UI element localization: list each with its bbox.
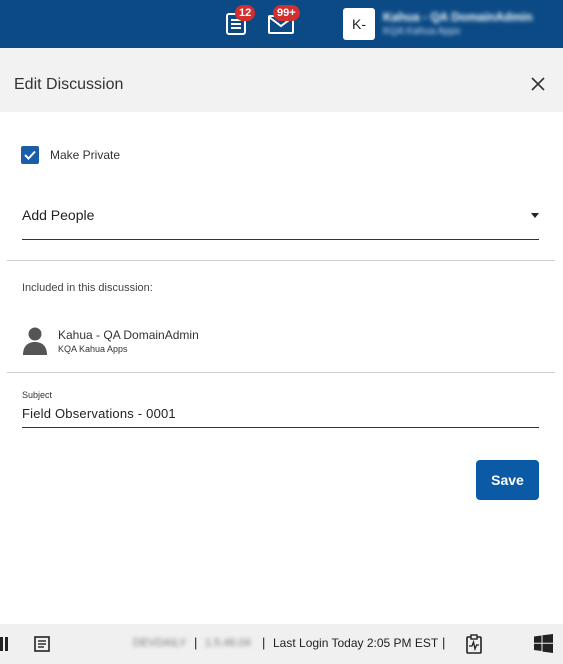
- notes-icon[interactable]: [33, 635, 51, 653]
- tasks-badge: 12: [235, 5, 256, 21]
- avatar[interactable]: K-: [343, 8, 375, 40]
- mail-button[interactable]: 99+: [267, 5, 300, 38]
- version-label: 1.5.46.04: [205, 637, 251, 649]
- subject-label: Subject: [22, 390, 53, 400]
- separator: |: [194, 635, 198, 650]
- tasks-button[interactable]: 12: [224, 5, 256, 38]
- separator: |: [262, 635, 266, 650]
- panel-toggle-icon[interactable]: [0, 637, 9, 651]
- taskbar: DEVDAILY | 1.5.46.04 | Last Login Today …: [0, 624, 563, 664]
- make-private-label[interactable]: Make Private: [50, 148, 120, 162]
- environment-label: DEVDAILY: [133, 637, 187, 649]
- separator: |: [442, 635, 446, 650]
- user-name[interactable]: Kahua - QA DomainAdmin: [383, 10, 533, 24]
- user-org: KQA Kahua Apps: [383, 26, 461, 37]
- dialog-header: Edit Discussion: [0, 48, 563, 112]
- add-people-label: Add People: [22, 207, 95, 223]
- subject-value: Field Observations - 0001: [22, 406, 176, 421]
- caret-down-icon: [531, 213, 539, 218]
- divider: [7, 372, 555, 373]
- windows-logo-icon[interactable]: [534, 634, 553, 653]
- participant-name: Kahua - QA DomainAdmin: [58, 328, 199, 342]
- add-people-select[interactable]: Add People: [22, 192, 539, 240]
- mail-badge: 99+: [273, 5, 300, 21]
- person-icon: [20, 325, 50, 355]
- subject-input[interactable]: Field Observations - 0001: [22, 404, 539, 428]
- close-icon: [531, 77, 545, 91]
- last-login-label: Last Login Today 2:05 PM EST: [273, 636, 439, 650]
- close-button[interactable]: [528, 74, 548, 94]
- included-label: Included in this discussion:: [22, 282, 153, 294]
- activity-monitor-icon[interactable]: [465, 634, 483, 654]
- divider: [7, 260, 555, 261]
- participant-org: KQA Kahua Apps: [58, 344, 128, 354]
- save-button[interactable]: Save: [476, 460, 539, 500]
- make-private-checkbox[interactable]: [21, 146, 39, 164]
- dialog-title: Edit Discussion: [14, 76, 124, 93]
- checkmark-icon: [24, 150, 36, 160]
- top-bar: 12 99+ K- Kahua - QA DomainAdmin KQA Kah…: [0, 0, 563, 48]
